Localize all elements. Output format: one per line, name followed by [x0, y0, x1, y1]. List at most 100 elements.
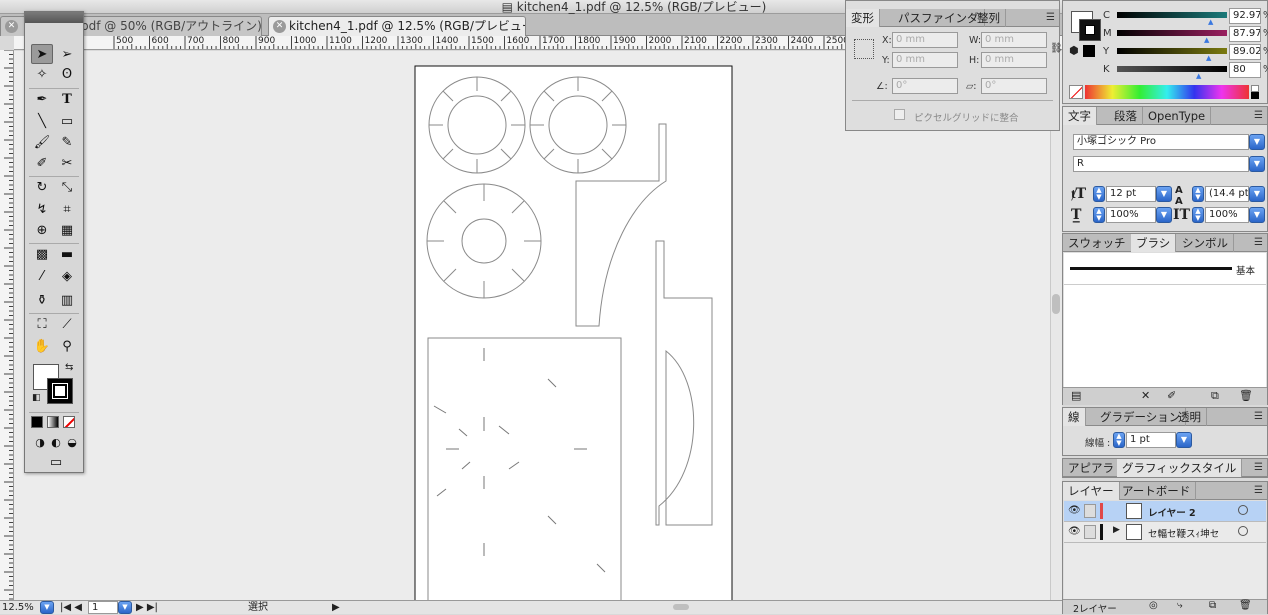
last-color-swatch[interactable] [1083, 45, 1095, 57]
visibility-eye-icon[interactable]: 👁 [1068, 505, 1081, 516]
panel-menu-icon[interactable]: ☰ [1254, 482, 1263, 500]
delete-layer-icon[interactable]: 🗑 [1239, 600, 1252, 611]
tab-artboards[interactable]: アートボード [1117, 482, 1197, 500]
vertical-scrollbar[interactable] [1050, 51, 1062, 600]
panel-menu-icon[interactable]: ☰ [1046, 9, 1055, 27]
tab-paragraph[interactable]: 段落 [1109, 107, 1143, 125]
new-brush-icon[interactable]: ⧉ [1211, 389, 1219, 403]
font-size-field[interactable]: 12 pt [1106, 186, 1156, 202]
selection-tool-icon[interactable]: ➤ [31, 44, 53, 64]
artwork[interactable] [14, 51, 1050, 600]
tab-transform[interactable]: 変形 [846, 9, 880, 27]
blend-tool-icon[interactable]: ◈ [56, 266, 78, 286]
y-field[interactable]: 0 mm [892, 52, 958, 68]
free-transform-tool-icon[interactable]: ⌗ [56, 199, 78, 219]
zoom-level[interactable]: 12.5% [2, 601, 34, 614]
new-sublayer-icon[interactable]: ⤷ [1177, 600, 1183, 611]
m-value-field[interactable]: 87.97 [1229, 26, 1261, 42]
line-tool-icon[interactable]: ╲ [31, 111, 53, 131]
next-page-button[interactable]: ▶ ▶| [136, 601, 158, 614]
color-spectrum[interactable] [1085, 85, 1249, 99]
leading-dropdown[interactable]: ▼ [1249, 186, 1265, 202]
rotate-tool-icon[interactable]: ↻ [31, 177, 53, 197]
shear-field[interactable]: 0° [981, 78, 1047, 94]
tab-symbols[interactable]: シンボル [1177, 234, 1234, 252]
horizontal-scale-field[interactable]: 100% [1205, 207, 1249, 223]
locate-object-icon[interactable]: ◎ [1149, 600, 1158, 611]
close-tab-icon[interactable]: ✕ [5, 20, 18, 33]
pixel-grid-checkbox[interactable] [894, 109, 905, 120]
tab-character[interactable]: 文字 [1063, 107, 1097, 125]
k-slider[interactable] [1117, 66, 1227, 72]
leading-stepper[interactable]: ▲ ▼ [1192, 186, 1204, 202]
slice-tool-icon[interactable]: ⟋ [56, 314, 78, 334]
pen-tool-icon[interactable]: ✒ [31, 89, 53, 109]
paintbrush-tool-icon[interactable]: 🖌 [31, 132, 53, 152]
symbol-sprayer-tool-icon[interactable]: ⚱ [31, 290, 53, 310]
stroke-swatch[interactable] [47, 378, 73, 404]
horizontal-scale-stepper[interactable]: ▲ ▼ [1192, 207, 1204, 223]
first-page-button[interactable]: |◀ ◀ [60, 601, 82, 614]
tab-appearance[interactable]: アピアラ [1063, 459, 1120, 477]
vertical-scale-stepper[interactable]: ▲ ▼ [1093, 207, 1105, 223]
stroke-color-box[interactable] [1079, 19, 1101, 41]
perspective-grid-tool-icon[interactable]: ▦ [56, 220, 78, 240]
remove-brush-icon[interactable]: ✕ [1141, 389, 1150, 402]
draw-inside-icon[interactable]: ◒ [61, 432, 83, 452]
vertical-ruler[interactable] [0, 50, 14, 600]
column-graph-tool-icon[interactable]: ▥ [56, 290, 78, 310]
tab-graphic-styles[interactable]: グラフィックスタイル [1117, 459, 1243, 477]
y-value-field[interactable]: 89.02 [1229, 44, 1261, 60]
color-mode-icon[interactable] [31, 416, 43, 428]
visibility-eye-icon[interactable]: 👁 [1068, 526, 1081, 537]
zoom-dropdown-button[interactable]: ▼ [40, 601, 54, 614]
vertical-scale-field[interactable]: 100% [1106, 207, 1156, 223]
new-layer-icon[interactable]: ⧉ [1209, 600, 1216, 611]
options-icon[interactable]: ✐ [1167, 389, 1176, 402]
leading-field[interactable]: (14.4 pt) [1205, 186, 1249, 202]
m-slider-thumb[interactable]: ▲ [1204, 36, 1209, 44]
shape-builder-tool-icon[interactable]: ⊕ [31, 220, 53, 240]
horizontal-scale-dropdown[interactable]: ▼ [1249, 207, 1265, 223]
default-colors-icon[interactable]: ◧ [32, 393, 41, 403]
tools-panel-header[interactable] [25, 12, 83, 23]
layer-name[interactable]: レイヤー 2 [1148, 505, 1196, 519]
font-size-stepper[interactable]: ▲ ▼ [1093, 186, 1105, 202]
panel-menu-icon[interactable]: ☰ [1254, 107, 1263, 125]
mesh-tool-icon[interactable]: ▩ [31, 244, 53, 264]
target-circle-icon[interactable] [1238, 526, 1248, 536]
scissors-tool-icon[interactable]: ✂ [56, 153, 78, 173]
artboard-canvas[interactable] [14, 51, 1050, 600]
pencil-tool-icon[interactable]: ✎ [56, 132, 78, 152]
c-slider-thumb[interactable]: ▲ [1208, 18, 1213, 26]
layer-row[interactable]: 👁 ▶ セ輻セ鞭スｨ坤セ [1064, 522, 1266, 543]
font-family-field[interactable]: 小塚ゴシック Pro [1073, 134, 1249, 150]
tab-brushes[interactable]: ブラシ [1131, 234, 1177, 252]
c-value-field[interactable]: 92.97 [1229, 8, 1261, 24]
tab-layers[interactable]: レイヤー [1063, 482, 1120, 500]
artboard-tool-icon[interactable]: ⛶ [31, 314, 53, 334]
height-field[interactable]: 0 mm [981, 52, 1047, 68]
font-family-dropdown[interactable]: ▼ [1249, 134, 1265, 150]
k-slider-thumb[interactable]: ▲ [1196, 72, 1201, 80]
gradient-tool-icon[interactable]: ▬ [56, 244, 78, 264]
black-swatch[interactable] [1251, 92, 1259, 99]
x-field[interactable]: 0 mm [892, 32, 958, 48]
m-slider[interactable] [1117, 30, 1227, 36]
delete-brush-icon[interactable]: 🗑 [1239, 389, 1253, 402]
zoom-tool-icon[interactable]: ⚲ [56, 336, 78, 356]
tab-transparency[interactable]: 透明 [1173, 408, 1207, 426]
basic-brush-stroke[interactable] [1070, 267, 1232, 270]
link-proportions-icon[interactable]: ⛓ [1050, 43, 1063, 54]
page-dropdown-button[interactable]: ▼ [118, 601, 132, 614]
panel-menu-icon[interactable]: ☰ [1254, 459, 1263, 477]
type-tool-icon[interactable]: T [56, 89, 78, 109]
close-tab-icon[interactable]: ✕ [273, 20, 286, 33]
panel-menu-icon[interactable]: ☰ [1254, 408, 1263, 426]
cube-icon[interactable]: ⬢ [1069, 44, 1079, 57]
magic-wand-tool-icon[interactable]: ✧ [31, 64, 53, 84]
y-slider-thumb[interactable]: ▲ [1206, 54, 1211, 62]
rotate-field[interactable]: 0° [892, 78, 958, 94]
document-tab-preview[interactable]: ✕ kitchen4_1.pdf @ 12.5% (RGB/プレビュー) [268, 16, 526, 36]
panel-menu-icon[interactable]: ☰ [1254, 234, 1263, 252]
